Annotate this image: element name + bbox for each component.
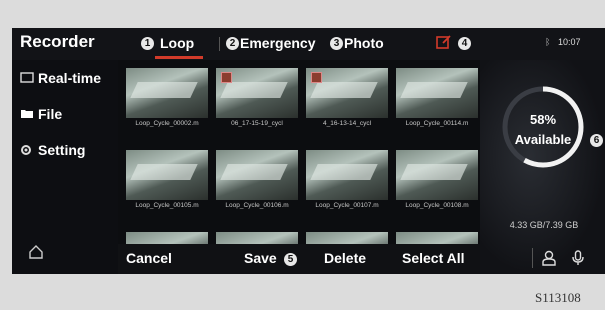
video-thumbnail-image bbox=[396, 232, 478, 244]
storage-percent: 58% bbox=[529, 112, 557, 127]
video-thumbnail-image bbox=[126, 150, 208, 200]
video-thumbnail-image bbox=[216, 150, 298, 200]
edit-icon[interactable] bbox=[436, 35, 452, 49]
file-thumbnail[interactable]: Loop_Cycle_00108.m bbox=[396, 150, 478, 214]
bluetooth-icon: ᛒ bbox=[545, 37, 551, 47]
callout-2: 2 bbox=[226, 37, 239, 50]
file-thumbnail[interactable]: Loop_Cycle_00107.m bbox=[306, 150, 388, 214]
select-all-button[interactable]: Select All bbox=[402, 250, 465, 266]
sidebar-item-setting[interactable]: Setting bbox=[12, 136, 118, 164]
top-bar: Recorder 1 Loop 2 Emergency 3 Photo 4 ᛒ … bbox=[12, 28, 605, 60]
user-icon[interactable] bbox=[542, 250, 556, 266]
file-thumbnail[interactable]: 06_17-15-19_cycl bbox=[216, 68, 298, 132]
sidebar-item-label: Real-time bbox=[38, 70, 102, 86]
app-title: Recorder bbox=[20, 32, 95, 51]
sidebar: Real-time File Setting bbox=[12, 60, 118, 274]
save-button[interactable]: Save bbox=[244, 250, 277, 266]
file-name: Loop_Cycle_00107.m bbox=[315, 202, 379, 209]
file-name: Loop_Cycle_00114.m bbox=[405, 120, 469, 127]
callout-1: 1 bbox=[141, 37, 154, 50]
sidebar-item-file[interactable]: File bbox=[12, 100, 118, 128]
file-name: 4_16-13-14_cycl bbox=[322, 120, 372, 127]
action-bar: Cancel Save 5 Delete Select All bbox=[118, 244, 480, 274]
cancel-button[interactable]: Cancel bbox=[126, 250, 172, 266]
file-grid: Loop_Cycle_00002.m 06_17-15-19_cycl 4_16… bbox=[118, 60, 480, 244]
tab-emergency[interactable]: Emergency bbox=[240, 35, 315, 51]
video-thumbnail-image bbox=[216, 232, 298, 244]
gear-icon bbox=[21, 145, 31, 155]
status-time: 10:07 bbox=[558, 37, 581, 47]
callout-6: 6 bbox=[590, 134, 603, 147]
file-thumbnail-partial[interactable] bbox=[306, 232, 388, 244]
sidebar-item-label: Setting bbox=[38, 142, 86, 158]
file-thumbnail-partial[interactable] bbox=[396, 232, 478, 244]
callout-3: 3 bbox=[330, 37, 343, 50]
recorder-screen: Recorder 1 Loop 2 Emergency 3 Photo 4 ᛒ … bbox=[12, 28, 605, 274]
sidebar-item-label: File bbox=[38, 106, 63, 122]
callout-5: 5 bbox=[284, 253, 297, 266]
storage-panel: 58% Available 6 4.33 GB/7.39 GB bbox=[480, 60, 605, 274]
divider bbox=[532, 248, 533, 268]
storage-size: 4.33 GB/7.39 GB bbox=[509, 220, 579, 230]
file-name: Loop_Cycle_00106.m bbox=[225, 202, 289, 209]
screen-icon bbox=[20, 72, 34, 83]
sidebar-item-real-time[interactable]: Real-time bbox=[12, 64, 118, 92]
file-name: Loop_Cycle_00105.m bbox=[135, 202, 199, 209]
lock-icon bbox=[221, 72, 232, 83]
video-thumbnail-image bbox=[306, 232, 388, 244]
video-thumbnail-image bbox=[396, 150, 478, 200]
video-thumbnail-image bbox=[396, 68, 478, 118]
storage-ring bbox=[502, 86, 584, 168]
video-thumbnail-image bbox=[126, 232, 208, 244]
file-thumbnail[interactable]: 4_16-13-14_cycl bbox=[306, 68, 388, 132]
file-thumbnail[interactable]: Loop_Cycle_00002.m bbox=[126, 68, 208, 132]
file-thumbnail-partial[interactable] bbox=[216, 232, 298, 244]
callout-4: 4 bbox=[458, 37, 471, 50]
file-thumbnail[interactable]: Loop_Cycle_00105.m bbox=[126, 150, 208, 214]
home-icon[interactable] bbox=[28, 244, 44, 260]
file-thumbnail-partial[interactable] bbox=[126, 232, 208, 244]
figure-code: S113108 bbox=[535, 290, 581, 305]
active-tab-indicator bbox=[155, 56, 203, 59]
video-thumbnail-image bbox=[306, 150, 388, 200]
file-name: Loop_Cycle_00108.m bbox=[405, 202, 469, 209]
storage-available-label: Available bbox=[514, 132, 572, 147]
tab-loop[interactable]: Loop bbox=[160, 35, 194, 51]
delete-button[interactable]: Delete bbox=[324, 250, 366, 266]
folder-icon bbox=[21, 110, 33, 118]
tab-photo[interactable]: Photo bbox=[344, 35, 384, 51]
video-thumbnail-image bbox=[126, 68, 208, 118]
file-name: 06_17-15-19_cycl bbox=[231, 120, 283, 127]
tab-divider bbox=[219, 37, 220, 51]
lock-icon bbox=[311, 72, 322, 83]
microphone-icon[interactable] bbox=[572, 250, 584, 266]
file-thumbnail[interactable]: Loop_Cycle_00114.m bbox=[396, 68, 478, 132]
file-name: Loop_Cycle_00002.m bbox=[135, 120, 199, 127]
file-thumbnail[interactable]: Loop_Cycle_00106.m bbox=[216, 150, 298, 214]
